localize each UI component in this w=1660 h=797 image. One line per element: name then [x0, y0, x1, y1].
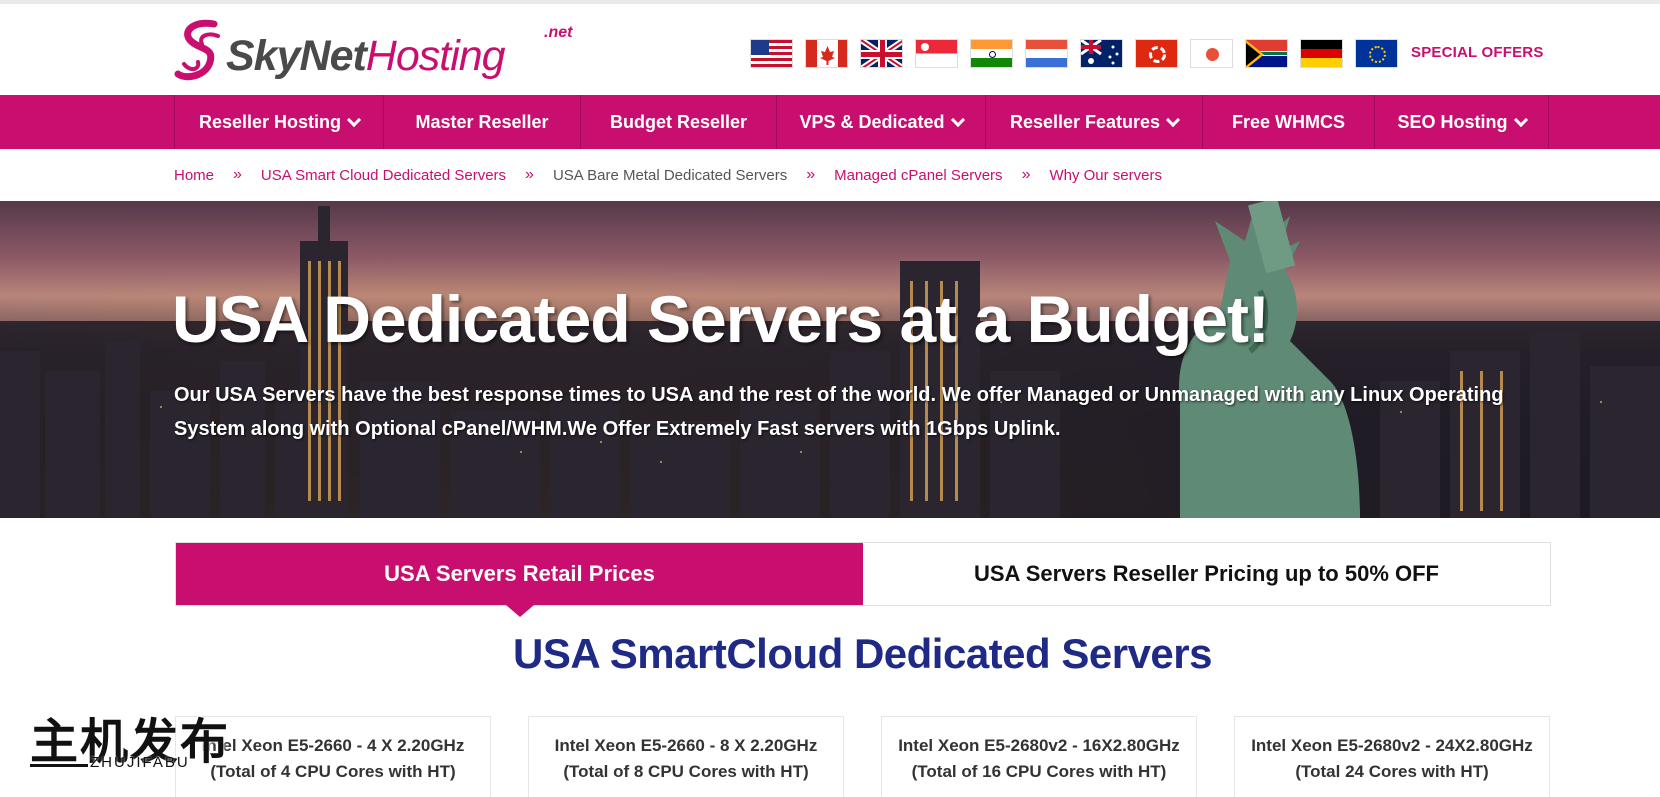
nav-vps-dedicated[interactable]: VPS & Dedicated: [777, 95, 986, 149]
tab-reseller-pricing[interactable]: USA Servers Reseller Pricing up to 50% O…: [863, 543, 1550, 605]
card-cpu: Intel Xeon E5-2680v2 - 16X2.80GHz: [898, 736, 1180, 755]
server-cards: Intel Xeon E5-2660 - 4 X 2.20GHz (Total …: [175, 716, 1550, 797]
breadcrumb-separator: »: [233, 166, 242, 183]
logo-word-hosting: Hosting: [365, 32, 506, 80]
nav-seo-hosting[interactable]: SEO Hosting: [1375, 95, 1549, 149]
nav-label: Reseller Hosting: [198, 111, 342, 132]
nav-reseller-hosting[interactable]: Reseller Hosting: [175, 95, 384, 149]
germany-flag-icon[interactable]: [1300, 39, 1343, 68]
nav-label: Free WHMCS: [1231, 111, 1345, 132]
server-card[interactable]: Intel Xeon E5-2680v2 - 16X2.80GHz (Total…: [881, 716, 1197, 797]
breadcrumb-separator: »: [806, 166, 816, 183]
watermark-line: [30, 764, 88, 767]
breadcrumb-why-our-servers[interactable]: Why Our servers: [1049, 167, 1162, 184]
hero-description: Our USA Servers have the best response t…: [174, 384, 1504, 440]
australia-flag-icon[interactable]: [1080, 39, 1123, 68]
nav-reseller-features[interactable]: Reseller Features: [986, 95, 1203, 149]
nav-free-whmcs[interactable]: Free WHMCS: [1203, 95, 1375, 149]
hero-title: USA Dedicated Servers at a Budget!: [172, 282, 1270, 356]
chevron-down-icon: [346, 112, 362, 127]
japan-flag-icon[interactable]: [1190, 39, 1233, 68]
hero-banner: USA Dedicated Servers at a Budget! Our U…: [0, 201, 1660, 518]
logo-tld: .net: [544, 24, 573, 41]
chevron-down-icon: [950, 112, 965, 127]
logo-text: SkyNetHosting: [226, 32, 506, 81]
card-cores: (Total of 8 CPU Cores with HT): [563, 762, 809, 781]
logo-word-skynet: SkyNet: [226, 32, 367, 80]
server-card[interactable]: Intel Xeon E5-2660 - 8 X 2.20GHz (Total …: [528, 716, 844, 797]
usa-flag-icon[interactable]: [750, 39, 793, 68]
nav-label: VPS & Dedicated: [799, 111, 945, 132]
watermark-en: ZHUJIFABU: [90, 754, 190, 771]
country-flags: [750, 39, 1398, 68]
nav-budget-reseller[interactable]: Budget Reseller: [581, 95, 777, 149]
site-logo[interactable]: SkyNetHosting .net: [174, 18, 584, 88]
pricing-tabs: USA Servers Retail Prices USA Servers Re…: [175, 542, 1551, 617]
singapore-flag-icon[interactable]: [915, 39, 958, 68]
server-card[interactable]: Intel Xeon E5-2680v2 - 24X2.80GHz (Total…: [1234, 716, 1550, 797]
section-title: USA SmartCloud Dedicated Servers: [512, 630, 1213, 677]
breadcrumb-home[interactable]: Home: [174, 167, 214, 184]
nav-label: Budget Reseller: [609, 111, 748, 132]
uk-flag-icon[interactable]: [860, 39, 903, 68]
breadcrumb: Home » USA Smart Cloud Dedicated Servers…: [174, 166, 1162, 184]
watermark: 主机发布 ZHUJIFABU: [30, 702, 235, 777]
breadcrumb-separator: »: [1021, 166, 1031, 183]
tab-retail-prices[interactable]: USA Servers Retail Prices: [176, 543, 863, 617]
breadcrumb-separator: »: [525, 166, 534, 183]
card-cores: (Total 24 Cores with HT): [1295, 762, 1489, 781]
card-cores: (Total of 16 CPU Cores with HT): [911, 762, 1167, 781]
hong-kong-flag-icon[interactable]: [1135, 39, 1178, 68]
city-skyline-image: [0, 201, 1660, 518]
breadcrumb-bare-metal[interactable]: USA Bare Metal Dedicated Servers: [553, 167, 787, 184]
chevron-down-icon: [1513, 112, 1528, 127]
eu-flag-icon[interactable]: [1355, 39, 1398, 68]
nav-label: SEO Hosting: [1397, 111, 1508, 132]
card-cpu: Intel Xeon E5-2680v2 - 24X2.80GHz: [1251, 736, 1533, 755]
main-nav: Reseller Hosting Master Reseller Budget …: [0, 95, 1660, 149]
chevron-down-icon: [1165, 112, 1181, 127]
breadcrumb-managed-cpanel[interactable]: Managed cPanel Servers: [834, 167, 1002, 184]
special-offers-link[interactable]: SPECIAL OFFERS: [1411, 44, 1544, 61]
netherlands-flag-icon[interactable]: [1025, 39, 1068, 68]
card-cpu: Intel Xeon E5-2660 - 8 X 2.20GHz: [554, 736, 818, 755]
nav-master-reseller[interactable]: Master Reseller: [384, 95, 581, 149]
header: SkyNetHosting .net SPECIAL OFFERS: [0, 4, 1660, 95]
canada-flag-icon[interactable]: [805, 39, 848, 68]
logo-swirl-icon: [174, 19, 220, 81]
south-africa-flag-icon[interactable]: [1245, 39, 1288, 68]
india-flag-icon[interactable]: [970, 39, 1013, 68]
nav-label: Master Reseller: [415, 111, 549, 132]
breadcrumb-smart-cloud[interactable]: USA Smart Cloud Dedicated Servers: [261, 167, 506, 184]
nav-label: Reseller Features: [1009, 111, 1161, 132]
